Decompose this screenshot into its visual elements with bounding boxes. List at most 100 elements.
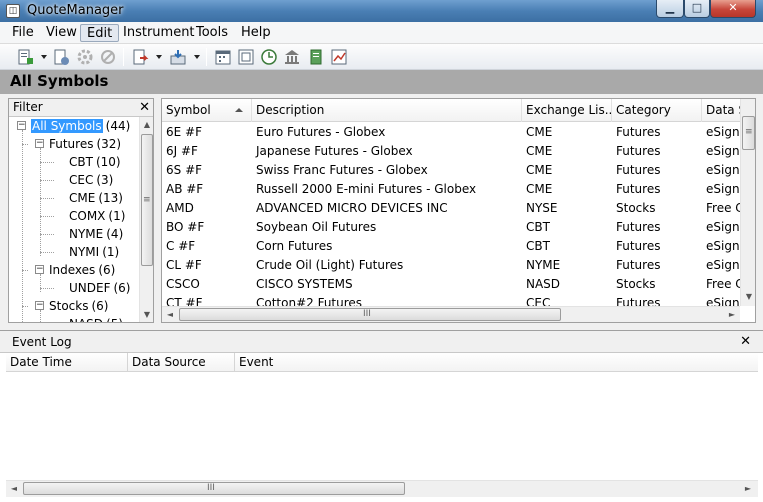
menu-file[interactable]: File bbox=[6, 24, 40, 42]
tree-item[interactable]: All Symbols (44) bbox=[31, 117, 130, 135]
tree-item[interactable]: CME (13) bbox=[69, 189, 123, 207]
tree-item[interactable]: NYMI (1) bbox=[69, 243, 119, 261]
tree-item[interactable]: COMX (1) bbox=[69, 207, 125, 225]
tree-item[interactable]: NYME (4) bbox=[69, 225, 123, 243]
column-header-date-time[interactable]: Date Time bbox=[6, 353, 128, 372]
tree-item-label: Futures bbox=[49, 137, 94, 151]
new-symbol-dropdown[interactable] bbox=[41, 55, 47, 59]
scroll-up-arrow-icon[interactable]: ▲ bbox=[139, 117, 153, 133]
cell-data-source: eSign bbox=[706, 144, 740, 158]
quotemanager-app-icon: ◫ bbox=[6, 4, 20, 18]
menu-edit[interactable]: Edit bbox=[80, 24, 120, 42]
tree-connector bbox=[40, 162, 54, 163]
scroll-grip-icon: ≡ bbox=[745, 127, 753, 137]
exchange-building-icon[interactable] bbox=[283, 48, 301, 66]
new-symbol-icon[interactable] bbox=[16, 48, 34, 66]
symbol-tree[interactable]: All Symbols (44) − Futures (32) − CBT (10) CEC (3… bbox=[9, 117, 139, 322]
import-dropdown[interactable] bbox=[194, 55, 200, 59]
tree-item-count: (1) bbox=[102, 245, 120, 259]
tree-collapse-icon[interactable]: − bbox=[35, 139, 44, 148]
menu-view[interactable]: View bbox=[40, 24, 83, 42]
cell-symbol: BO #F bbox=[166, 220, 205, 234]
column-header-data-source[interactable]: Data S bbox=[702, 99, 742, 122]
minimize-button[interactable]: ▁ bbox=[656, 0, 684, 18]
table-row[interactable]: CL #F Crude Oil (Light) Futures NYME Future… bbox=[162, 256, 755, 275]
tree-item[interactable]: CBT (10) bbox=[69, 153, 121, 171]
scroll-right-arrow-icon[interactable]: ► bbox=[724, 307, 740, 322]
tree-collapse-icon[interactable]: − bbox=[17, 121, 26, 130]
tree-item[interactable]: UNDEF (6) bbox=[69, 279, 130, 297]
scroll-left-arrow-icon[interactable]: ◄ bbox=[162, 307, 178, 322]
data-icon[interactable] bbox=[307, 48, 325, 66]
cell-exchange: CME bbox=[526, 144, 553, 158]
tree-item[interactable]: NASD(5) bbox=[69, 315, 123, 322]
column-header-event[interactable]: Event bbox=[235, 353, 758, 372]
table-row[interactable]: CSCO CISCO SYSTEMS NASD Stocks Free C bbox=[162, 275, 755, 294]
table-row[interactable]: 6J #F Japanese Futures - Globex CME Futures… bbox=[162, 142, 755, 161]
tree-item[interactable]: Stocks (6) bbox=[49, 297, 108, 315]
tree-item[interactable]: Futures (32) bbox=[49, 135, 121, 153]
column-header-symbol[interactable]: Symbol bbox=[162, 99, 252, 122]
filter-close-button[interactable]: ✕ bbox=[139, 99, 150, 116]
chart-icon[interactable] bbox=[330, 48, 348, 66]
menu-instrument[interactable]: Instrument bbox=[117, 24, 201, 42]
sort-ascending-icon bbox=[235, 108, 243, 112]
cell-exchange: CBT bbox=[526, 239, 550, 253]
cell-category: Futures bbox=[616, 144, 661, 158]
menu-bar: File View Edit Instrument Tools Help bbox=[0, 22, 763, 44]
table-row[interactable]: 6S #F Swiss Franc Futures - Globex CME Futu… bbox=[162, 161, 755, 180]
export-dropdown[interactable] bbox=[156, 55, 162, 59]
table-row[interactable]: 6E #F Euro Futures - Globex CME Futures eSig… bbox=[162, 123, 755, 142]
event-log-horizontal-scrollbar[interactable]: ◄ III ► bbox=[6, 480, 758, 497]
scroll-down-arrow-icon[interactable]: ▼ bbox=[139, 307, 153, 322]
table-row[interactable]: C #F Corn Futures CBT Futures eSign bbox=[162, 237, 755, 256]
scroll-right-arrow-icon[interactable]: ► bbox=[740, 481, 756, 497]
cell-exchange: CBT bbox=[526, 220, 550, 234]
cell-category: Stocks bbox=[616, 201, 656, 215]
cell-symbol: CL #F bbox=[166, 258, 202, 272]
gear-icon[interactable] bbox=[76, 48, 94, 66]
maximize-button[interactable]: □ bbox=[684, 0, 710, 18]
tree-collapse-icon[interactable]: − bbox=[35, 265, 44, 274]
table-row[interactable]: AMD ADVANCED MICRO DEVICES INC NYSE Stocks F… bbox=[162, 199, 755, 218]
export-icon[interactable] bbox=[131, 48, 149, 66]
tree-collapse-icon[interactable]: − bbox=[35, 301, 44, 310]
cell-data-source: eSign bbox=[706, 163, 740, 177]
column-header-event-source[interactable]: Data Source bbox=[128, 353, 235, 372]
table-row[interactable]: BO #F Soybean Oil Futures CBT Futures eSign bbox=[162, 218, 755, 237]
menu-tools[interactable]: Tools bbox=[190, 24, 234, 42]
cell-exchange: CME bbox=[526, 182, 553, 196]
tree-item-count: (6) bbox=[91, 299, 109, 313]
page-header: All Symbols bbox=[0, 70, 763, 94]
tree-item-count: (10) bbox=[95, 155, 121, 169]
cell-symbol: C #F bbox=[166, 239, 196, 253]
report-icon[interactable] bbox=[237, 48, 255, 66]
tree-item[interactable]: CEC (3) bbox=[69, 171, 113, 189]
title-bar[interactable]: ◫ QuoteManager ▁ □ ✕ bbox=[0, 0, 763, 22]
scroll-left-arrow-icon[interactable]: ◄ bbox=[6, 481, 22, 497]
tree-connector bbox=[40, 148, 41, 256]
event-log-close-button[interactable]: ✕ bbox=[740, 333, 751, 351]
cell-category: Futures bbox=[616, 239, 661, 253]
disable-icon[interactable] bbox=[99, 48, 117, 66]
column-header-category[interactable]: Category bbox=[612, 99, 702, 122]
tree-connector bbox=[40, 310, 41, 322]
table-row[interactable]: AB #F Russell 2000 E-mini Futures - Globe… bbox=[162, 180, 755, 199]
edit-symbol-icon[interactable] bbox=[52, 48, 70, 66]
grid-horizontal-scrollbar[interactable]: ◄ III ► bbox=[162, 306, 740, 322]
calendar-icon[interactable] bbox=[214, 48, 232, 66]
scroll-down-arrow-icon[interactable]: ▼ bbox=[741, 289, 755, 305]
filter-vertical-scrollbar[interactable]: ▲ ≡ ▼ bbox=[139, 117, 153, 322]
tree-item[interactable]: Indexes (6) bbox=[49, 261, 115, 279]
import-icon[interactable] bbox=[169, 48, 187, 66]
column-header-exchange[interactable]: Exchange Lis... bbox=[522, 99, 612, 122]
cell-category: Stocks bbox=[616, 277, 656, 291]
cell-description: Euro Futures - Globex bbox=[256, 125, 386, 139]
column-header-description[interactable]: Description bbox=[252, 99, 522, 122]
close-button[interactable]: ✕ bbox=[710, 0, 756, 18]
tree-item-label: Indexes bbox=[49, 263, 96, 277]
grid-vertical-scrollbar[interactable]: ≡ ▼ bbox=[740, 99, 755, 306]
tree-connector bbox=[40, 252, 54, 253]
clock-icon[interactable] bbox=[260, 48, 278, 66]
menu-help[interactable]: Help bbox=[235, 24, 277, 42]
